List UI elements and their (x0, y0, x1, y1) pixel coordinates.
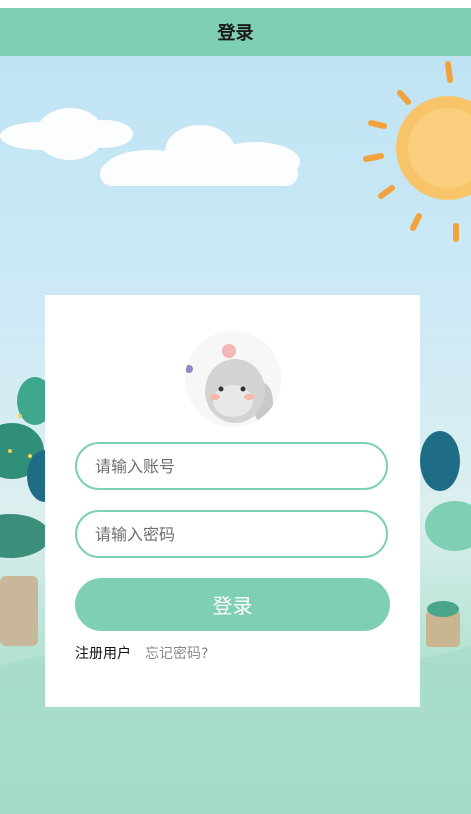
password-input[interactable] (93, 523, 377, 545)
page-title: 登录 (217, 23, 254, 44)
login-button[interactable]: 登录 (75, 578, 390, 631)
username-input[interactable] (93, 455, 377, 477)
bunny-avatar-icon (185, 331, 281, 427)
plant-right-icon (420, 431, 471, 647)
login-button-label: 登录 (212, 594, 253, 618)
app-screen: 登录 请输入账号 登录 注册用户 忘记密码? (0, 0, 471, 814)
header-bar: 登录 (0, 8, 471, 56)
password-field[interactable] (75, 510, 388, 558)
avatar (185, 331, 281, 427)
forgot-password-link[interactable]: 忘记密码? (145, 643, 208, 663)
auth-links: 注册用户 忘记密码? (75, 643, 208, 663)
sun-icon (363, 61, 471, 242)
cloud-left (0, 108, 133, 160)
username-field[interactable] (75, 442, 388, 490)
register-link[interactable]: 注册用户 (75, 643, 131, 663)
login-card: 登录 注册用户 忘记密码? (45, 295, 420, 707)
status-strip (0, 0, 471, 8)
